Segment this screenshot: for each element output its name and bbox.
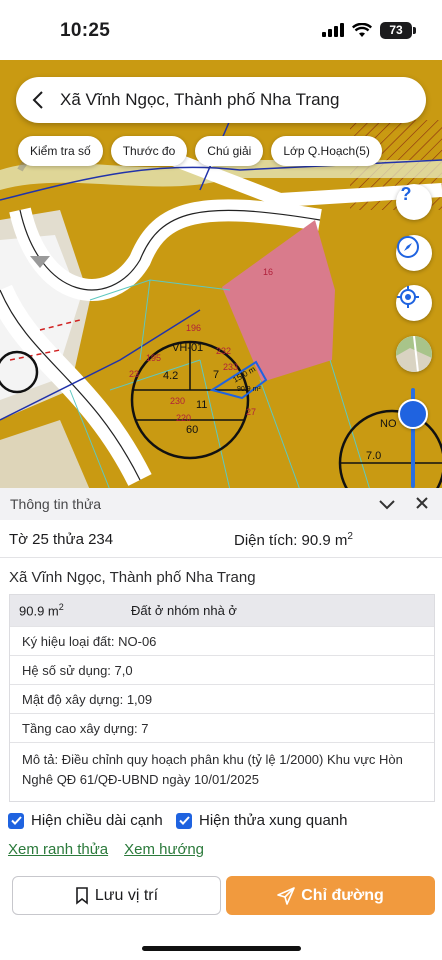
map-label-value: 7.0 bbox=[366, 450, 382, 462]
parcel-links: Xem ranh thửa Xem hướng bbox=[8, 841, 204, 858]
show-lengths-label: Hiện chiều dài cạnh bbox=[31, 812, 163, 829]
ruler-chip[interactable]: Thước đo bbox=[110, 136, 188, 166]
plan-description: Mô tả: Điều chỉnh quy hoạch phân khu (tỷ… bbox=[10, 742, 434, 797]
cellular-signal-icon bbox=[322, 23, 344, 37]
satellite-thumbnail-icon bbox=[396, 336, 432, 372]
check-number-chip[interactable]: Kiểm tra số bbox=[18, 136, 103, 166]
search-bar[interactable]: Xã Vĩnh Ngọc, Thành phố Nha Trang bbox=[16, 77, 426, 123]
plan-land-use: Đất ở nhóm nhà ở bbox=[131, 603, 237, 618]
usage-coefficient: Hệ số sử dụng: 7,0 bbox=[10, 655, 434, 684]
parcel-area-value: Diện tích: 90.9 m bbox=[234, 532, 348, 549]
chevron-down-icon[interactable] bbox=[378, 496, 396, 512]
checkbox-checked-icon bbox=[8, 812, 24, 829]
legend-chip[interactable]: Chú giải bbox=[195, 136, 264, 166]
back-button[interactable] bbox=[16, 77, 60, 123]
parcel-summary: Tờ 25 thửa 234 Diện tích: 90.9 m2 bbox=[0, 522, 442, 558]
compass-button[interactable] bbox=[396, 235, 432, 271]
opacity-slider-handle[interactable] bbox=[398, 399, 428, 429]
planning-map bbox=[0, 60, 442, 490]
map-label-lot: 232 bbox=[216, 346, 232, 356]
building-density: Mật độ xây dựng: 1,09 bbox=[10, 684, 434, 713]
map-label-lot: 195 bbox=[146, 353, 162, 363]
display-options: Hiện chiều dài cạnh Hiện thửa xung quanh bbox=[8, 812, 347, 829]
map-label-zone: VH-01 bbox=[172, 342, 204, 354]
wifi-icon bbox=[352, 22, 372, 37]
status-icons: 73 bbox=[322, 20, 416, 40]
parcel-info-header: Thông tin thửa bbox=[0, 488, 442, 520]
home-indicator[interactable] bbox=[142, 946, 301, 951]
map-view[interactable]: 16 196 195 232 233 23 230 220 27 60 VH-0… bbox=[0, 60, 442, 490]
view-direction-link[interactable]: Xem hướng bbox=[124, 841, 204, 858]
land-type-code: Ký hiệu loại đất: NO-06 bbox=[10, 626, 434, 655]
map-label-lot: 196 bbox=[186, 323, 202, 333]
send-icon bbox=[277, 886, 296, 905]
location-title: Xã Vĩnh Ngọc, Thành phố Nha Trang bbox=[60, 90, 340, 109]
parcel-area: Diện tích: 90.9 m2 bbox=[234, 531, 353, 549]
battery-icon: 73 bbox=[380, 21, 416, 39]
map-label-area: 90.9 m² bbox=[237, 386, 261, 393]
map-label-lot: 27 bbox=[246, 407, 257, 417]
planning-layers-chip[interactable]: Lớp Q.Hoạch(5) bbox=[271, 136, 382, 166]
map-label-value: 11 bbox=[196, 399, 208, 411]
plan-area: 90.9 m2 bbox=[19, 602, 131, 618]
planning-info-header: 90.9 m2 Đất ở nhóm nhà ở bbox=[10, 595, 434, 626]
map-label-lot: 23 bbox=[129, 369, 140, 379]
map-label-value: 7 bbox=[213, 369, 220, 381]
svg-text:?: ? bbox=[401, 184, 412, 204]
map-label-lot: 60 bbox=[186, 424, 199, 436]
map-label-lot: 16 bbox=[263, 267, 274, 277]
show-lengths-checkbox[interactable]: Hiện chiều dài cạnh bbox=[8, 812, 176, 829]
parcel-number: Tờ 25 thửa 234 bbox=[9, 531, 114, 548]
basemap-toggle-button[interactable] bbox=[396, 336, 432, 372]
map-label-lot: 230 bbox=[170, 396, 186, 406]
question-icon: ? bbox=[401, 184, 412, 204]
bookmark-icon bbox=[76, 886, 88, 905]
plan-area-unit-sup: 2 bbox=[58, 602, 64, 613]
panel-title: Thông tin thửa bbox=[10, 496, 102, 512]
locate-me-button[interactable] bbox=[396, 285, 432, 321]
directions-label: Chỉ đường bbox=[301, 886, 384, 904]
parcel-area-unit-sup: 2 bbox=[347, 531, 353, 542]
map-label-value: 4.2 bbox=[163, 370, 179, 382]
help-button[interactable]: ? bbox=[396, 184, 432, 220]
status-time: 10:25 bbox=[60, 20, 111, 41]
status-bar: 10:25 73 bbox=[0, 0, 442, 60]
map-tools: Kiểm tra số Thước đo Chú giải Lớp Q.Hoạc… bbox=[18, 136, 382, 166]
parcel-address: Xã Vĩnh Ngọc, Thành phố Nha Trang bbox=[9, 569, 256, 586]
show-neighbors-label: Hiện thửa xung quanh bbox=[199, 812, 348, 829]
checkbox-checked-icon bbox=[176, 812, 192, 829]
close-icon[interactable] bbox=[415, 496, 429, 510]
planning-info-table: 90.9 m2 Đất ở nhóm nhà ở Ký hiệu loại đấ… bbox=[9, 594, 435, 802]
crosshair-icon bbox=[397, 286, 419, 308]
plan-area-value: 90.9 m bbox=[19, 603, 59, 619]
compass-icon bbox=[397, 236, 419, 258]
save-location-label: Lưu vị trí bbox=[94, 886, 159, 904]
save-location-button[interactable]: Lưu vị trí bbox=[12, 876, 221, 915]
directions-button[interactable]: Chỉ đường bbox=[226, 876, 435, 915]
chevron-left-icon bbox=[32, 91, 43, 109]
view-boundary-link[interactable]: Xem ranh thửa bbox=[8, 841, 108, 858]
map-label-lot: 220 bbox=[176, 413, 192, 423]
map-label-zone: NO bbox=[380, 418, 397, 430]
map-label-lot: 233 bbox=[223, 362, 239, 372]
building-height: Tầng cao xây dựng: 7 bbox=[10, 713, 434, 742]
show-neighbors-checkbox[interactable]: Hiện thửa xung quanh bbox=[176, 812, 347, 829]
